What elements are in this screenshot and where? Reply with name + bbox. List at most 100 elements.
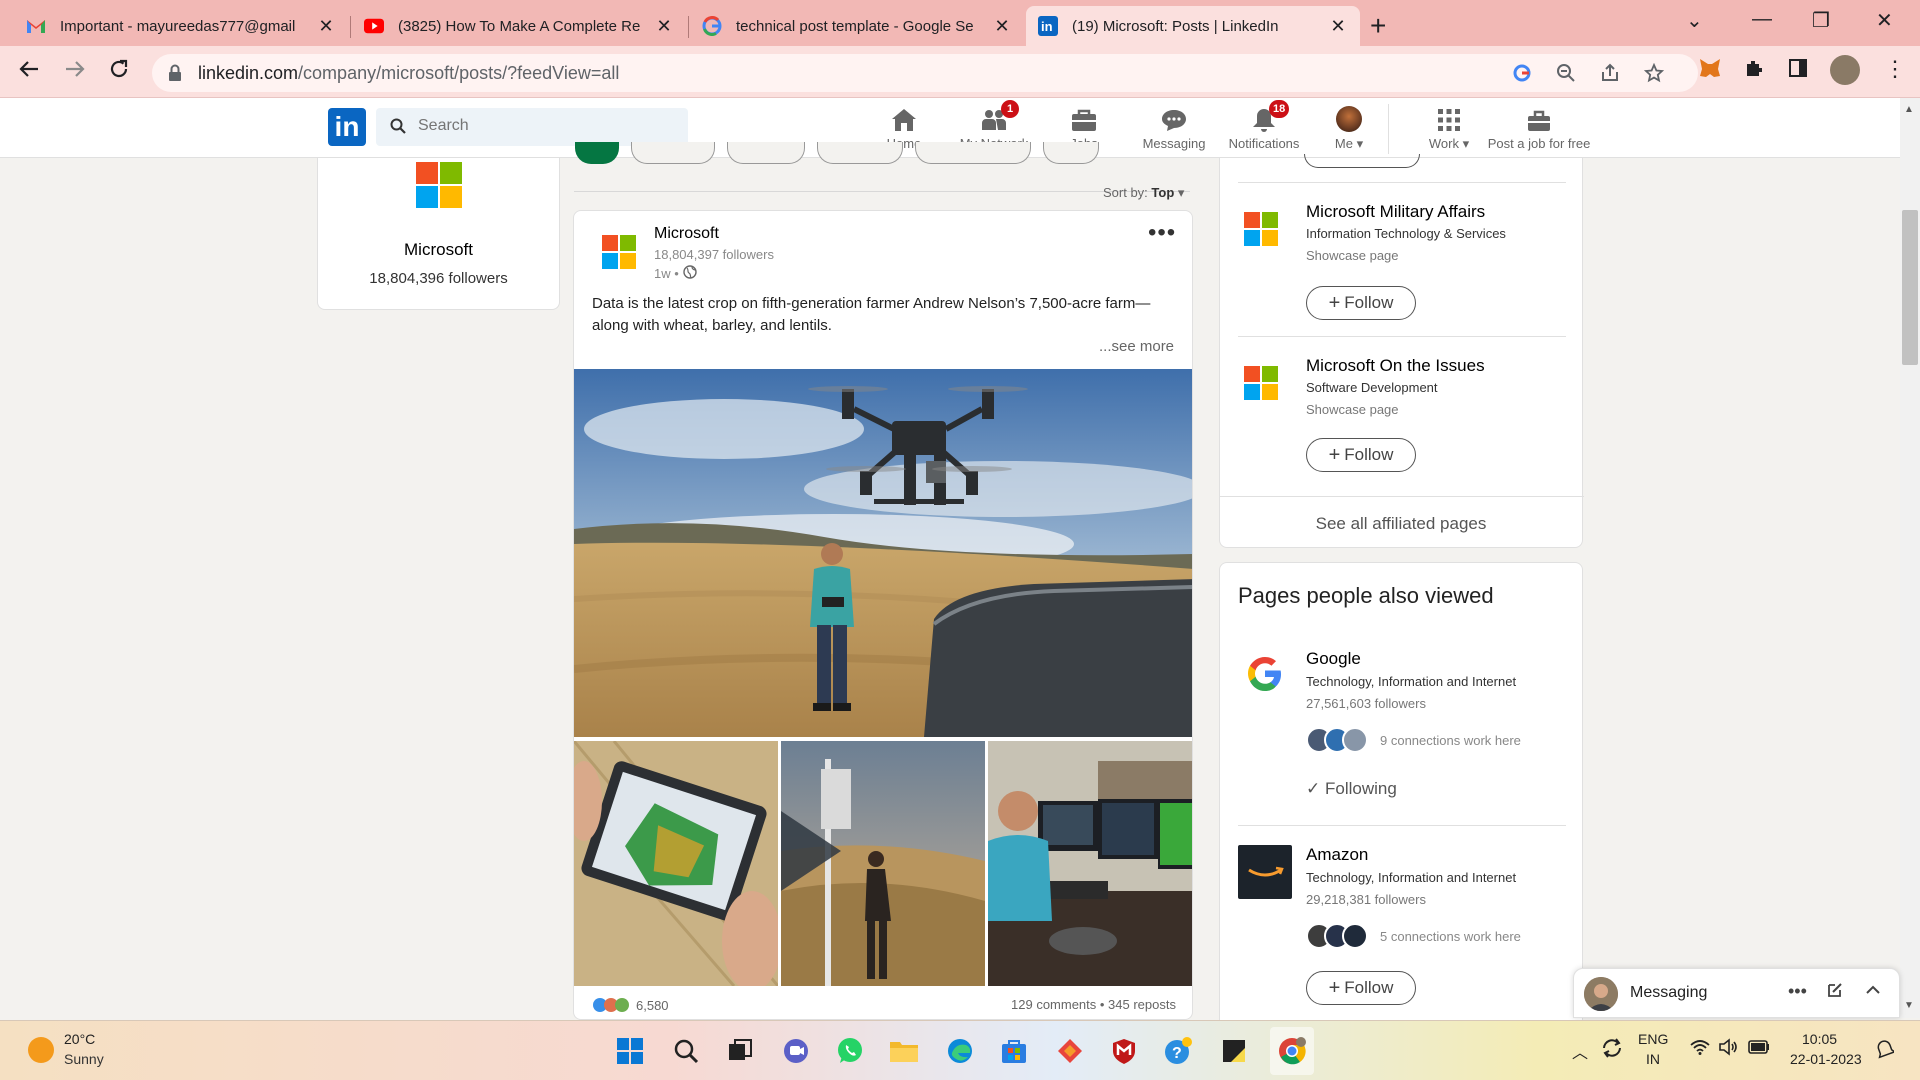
tab-gmail[interactable]: Important - mayureedas777@gmail ✕ <box>14 6 348 46</box>
microsoft-logo[interactable] <box>416 162 462 213</box>
metamask-icon[interactable] <box>1698 57 1722 84</box>
battery-icon[interactable] <box>1748 1040 1770 1057</box>
page-name[interactable]: Amazon <box>1306 845 1368 865</box>
scroll-up-icon[interactable]: ▲ <box>1904 104 1914 115</box>
notification-center-icon[interactable] <box>1876 1039 1897 1062</box>
post-image-tablet[interactable] <box>574 741 778 986</box>
filter-pill[interactable] <box>631 142 715 164</box>
compose-icon[interactable] <box>1826 981 1844 1004</box>
chevron-up-icon[interactable] <box>1864 981 1882 1004</box>
close-icon[interactable]: ✕ <box>316 16 336 37</box>
post-image-weather-station[interactable] <box>781 741 985 986</box>
microsoft-logo[interactable] <box>1244 366 1278 405</box>
volume-icon[interactable] <box>1718 1038 1738 1059</box>
scrollbar-thumb[interactable] <box>1902 210 1918 365</box>
sticky-notes-icon[interactable] <box>1218 1035 1250 1067</box>
clock-time[interactable]: 10:05 <box>1802 1031 1837 1047</box>
filter-pill[interactable] <box>727 142 805 164</box>
post-more-options-button[interactable]: ••• <box>1148 219 1176 247</box>
wifi-icon[interactable] <box>1690 1039 1710 1058</box>
windows-start-icon[interactable] <box>614 1035 646 1067</box>
chrome-icon[interactable] <box>1276 1035 1308 1067</box>
reload-button[interactable] <box>108 58 130 87</box>
address-bar[interactable]: linkedin.com/company/microsoft/posts/?fe… <box>152 54 1698 92</box>
google-logo[interactable] <box>1238 647 1292 701</box>
tab-linkedin[interactable]: in (19) Microsoft: Posts | LinkedIn ✕ <box>1026 6 1360 46</box>
close-window-button[interactable]: ✕ <box>1876 8 1893 33</box>
tab-youtube[interactable]: (3825) How To Make A Complete Re ✕ <box>352 6 686 46</box>
affiliated-name[interactable]: Microsoft On the Issues <box>1306 356 1485 376</box>
whatsapp-icon[interactable] <box>834 1035 866 1067</box>
sun-icon[interactable] <box>28 1037 54 1063</box>
follow-button[interactable]: + Follow <box>1306 438 1416 472</box>
connections-row[interactable]: 9 connections work here <box>1306 727 1521 753</box>
weather-description[interactable]: Sunny <box>64 1051 104 1067</box>
tab-google-search[interactable]: technical post template - Google Se ✕ <box>690 6 1024 46</box>
microsoft-store-icon[interactable] <box>998 1035 1030 1067</box>
share-icon[interactable] <box>1600 63 1620 88</box>
nav-post-job[interactable]: Post a job for free <box>1484 104 1594 151</box>
sort-dropdown[interactable]: Sort by: Top ▾ <box>1103 185 1184 201</box>
get-help-icon[interactable]: ? <box>1162 1035 1194 1067</box>
sync-icon[interactable] <box>1600 1037 1624 1062</box>
filter-pill[interactable] <box>1043 142 1099 164</box>
zoom-icon[interactable] <box>1556 63 1576 88</box>
edge-icon[interactable] <box>944 1035 976 1067</box>
messaging-overlay[interactable]: Messaging ••• <box>1573 968 1900 1018</box>
side-panel-icon[interactable] <box>1788 58 1808 83</box>
restore-button[interactable]: ❐ <box>1812 8 1830 33</box>
post-comments-reposts[interactable]: 129 comments • 345 reposts <box>1011 997 1176 1012</box>
see-all-affiliated-link[interactable]: See all affiliated pages <box>1220 514 1582 534</box>
amazon-logo[interactable] <box>1238 845 1292 899</box>
office-icon[interactable] <box>1054 1035 1086 1067</box>
forward-button[interactable] <box>64 58 86 87</box>
lock-icon[interactable] <box>168 64 182 87</box>
close-icon[interactable]: ✕ <box>654 16 674 37</box>
connections-row[interactable]: 5 connections work here <box>1306 923 1521 949</box>
linkedin-logo[interactable]: in <box>328 108 366 146</box>
follow-button-partial[interactable] <box>1304 154 1420 168</box>
affiliated-name[interactable]: Microsoft Military Affairs <box>1306 202 1485 222</box>
following-button[interactable]: ✓ Following <box>1306 779 1397 799</box>
language-code[interactable]: ENG <box>1638 1031 1668 1047</box>
microsoft-logo[interactable] <box>1244 212 1278 251</box>
more-options-icon[interactable]: ••• <box>1788 981 1807 1002</box>
post-image-drone[interactable] <box>574 369 1192 737</box>
clock-date[interactable]: 22-01-2023 <box>1790 1051 1862 1067</box>
nav-work[interactable]: Work ▾ <box>1404 104 1494 152</box>
google-lens-icon[interactable] <box>1512 63 1532 88</box>
new-tab-button[interactable]: + <box>1370 10 1386 42</box>
bookmark-star-icon[interactable] <box>1643 62 1665 88</box>
back-button[interactable] <box>18 58 40 87</box>
search-input[interactable] <box>418 117 668 135</box>
search-icon[interactable] <box>670 1035 702 1067</box>
profile-avatar[interactable] <box>1830 55 1860 85</box>
filter-pill[interactable] <box>915 142 1031 164</box>
follow-button[interactable]: + Follow <box>1306 286 1416 320</box>
mcafee-icon[interactable] <box>1108 1035 1140 1067</box>
filter-pill-active[interactable] <box>575 142 619 164</box>
see-more-link[interactable]: ...see more <box>1099 338 1174 355</box>
nav-messaging[interactable]: Messaging <box>1129 104 1219 151</box>
weather-temperature[interactable]: 20°C <box>64 1031 95 1047</box>
nav-notifications[interactable]: 18 Notifications <box>1219 100 1309 151</box>
page-name[interactable]: Google <box>1306 649 1361 669</box>
tab-search-icon[interactable]: ⌄ <box>1686 8 1703 33</box>
task-view-icon[interactable] <box>724 1035 756 1067</box>
teams-chat-icon[interactable] <box>780 1035 812 1067</box>
post-author[interactable]: Microsoft <box>654 225 719 243</box>
language-region[interactable]: IN <box>1646 1051 1660 1067</box>
follow-button[interactable]: + Follow <box>1306 971 1416 1005</box>
close-icon[interactable]: ✕ <box>1328 16 1348 37</box>
nav-me[interactable]: Me ▾ <box>1309 104 1389 152</box>
scroll-down-icon[interactable]: ▼ <box>1904 1000 1914 1011</box>
file-explorer-icon[interactable] <box>888 1035 920 1067</box>
search-box[interactable] <box>376 108 688 146</box>
filter-pill[interactable] <box>817 142 903 164</box>
minimize-button[interactable]: — <box>1752 8 1772 31</box>
close-icon[interactable]: ✕ <box>992 16 1012 37</box>
extensions-icon[interactable] <box>1744 58 1764 83</box>
microsoft-logo[interactable] <box>602 235 636 274</box>
browser-menu-icon[interactable]: ⋮ <box>1884 56 1906 82</box>
show-hidden-icons[interactable]: ︿ <box>1572 1039 1588 1063</box>
